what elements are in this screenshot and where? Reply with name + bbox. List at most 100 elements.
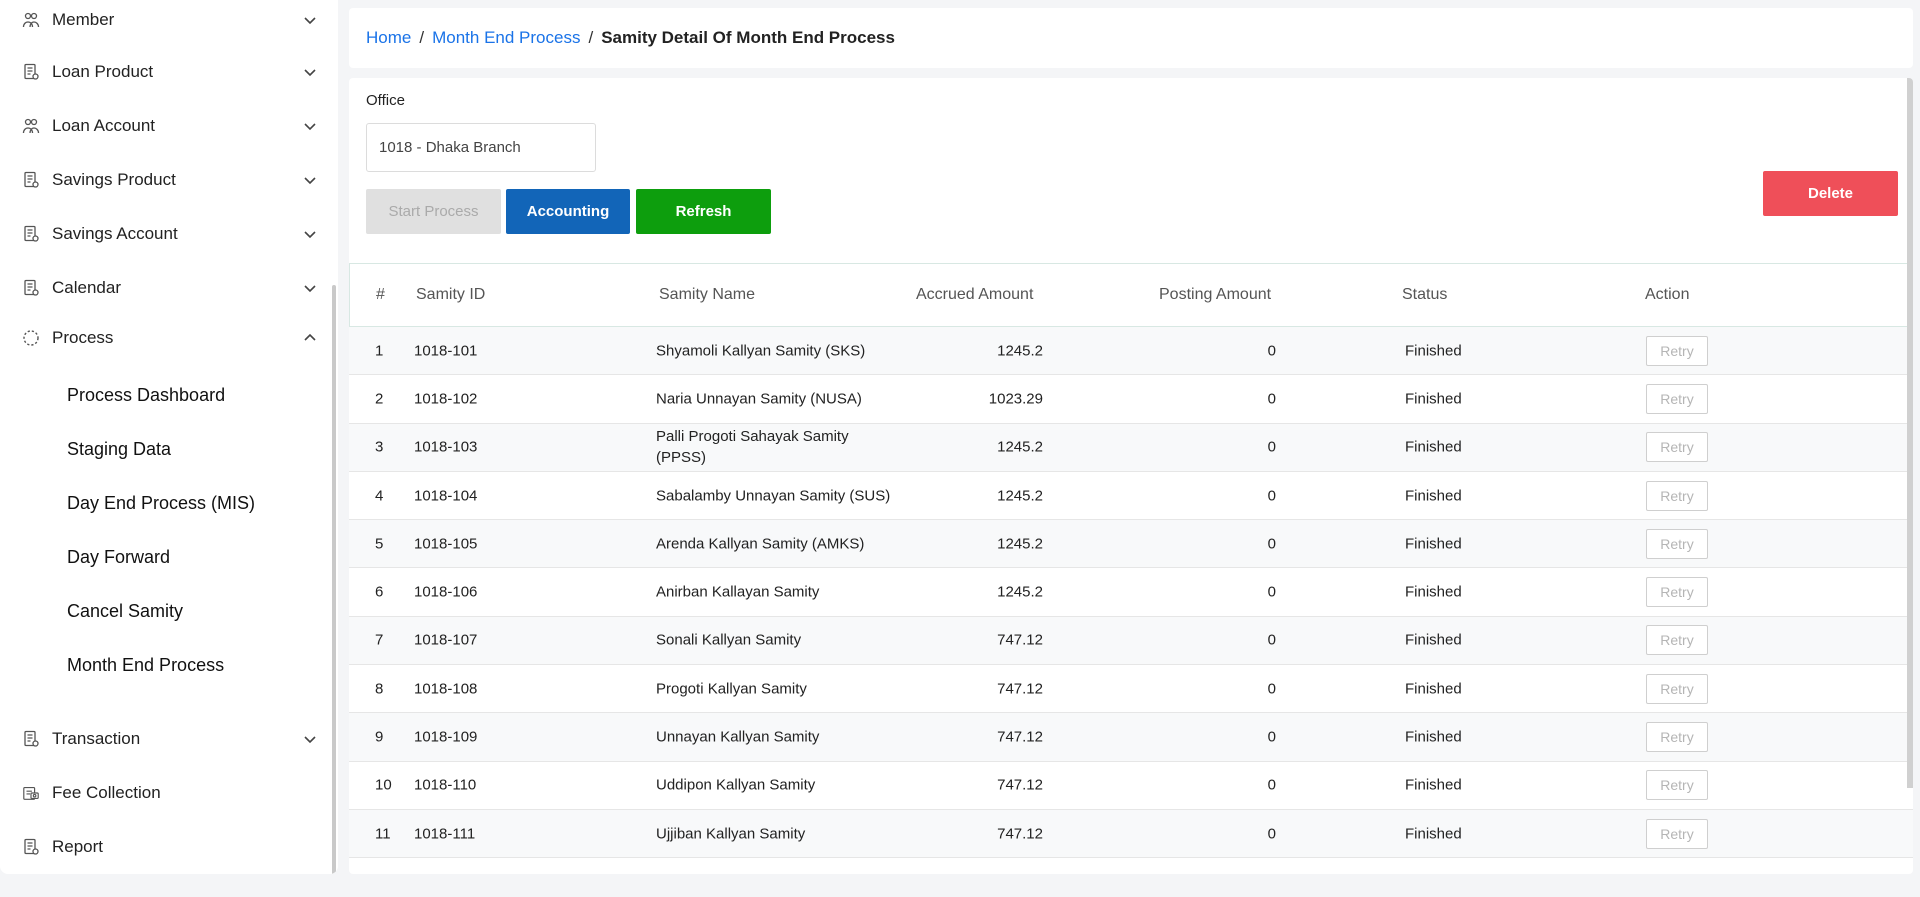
sidebar-item-loan-account[interactable]: Loan Account [0, 106, 330, 146]
status-text: Finished [1405, 776, 1462, 794]
header-samity-name: Samity Name [659, 286, 756, 303]
header-posting-amount: Posting Amount [1159, 286, 1272, 303]
sidebar-subitem-process-dashboard[interactable]: Process Dashboard [67, 385, 225, 406]
office-label: Office [366, 92, 405, 109]
table-row: 10 1018-110 Uddipon Kallyan Samity 747.12 0 F… [349, 762, 1913, 810]
status-text: Finished [1405, 438, 1462, 456]
sidebar-item-savings-product[interactable]: Savings Product [0, 160, 330, 200]
sidebar-item-report[interactable]: Report [0, 827, 330, 867]
chevron-down-icon [302, 731, 318, 747]
breadcrumb-current: Samity Detail Of Month End Process [601, 28, 895, 47]
posting-amount: 0 [1267, 342, 1276, 360]
samity-id: 1018-108 [414, 680, 478, 698]
row-number: 7 [375, 631, 384, 649]
header-accrued-amount: Accrued Amount [916, 286, 1034, 303]
sidebar-item-savings-account[interactable]: Savings Account [0, 214, 330, 254]
accrued-amount: 1023.29 [988, 390, 1043, 408]
table-row: 9 1018-109 Unnayan Kallyan Samity 747.12 0 Fi… [349, 713, 1913, 762]
document-icon [22, 730, 40, 748]
office-input[interactable] [366, 123, 596, 172]
samity-id: 1018-107 [414, 631, 478, 649]
document-icon [22, 838, 40, 856]
table-row: 4 1018-104 Sabalamby Unnayan Samity (SUS) 1… [349, 472, 1913, 521]
header-status: Status [1402, 286, 1448, 303]
posting-amount: 0 [1267, 776, 1276, 794]
table-row: 2 1018-102 Naria Unnayan Samity (NUSA) 1023… [349, 375, 1913, 424]
sidebar-item-label: Savings Product [52, 170, 176, 189]
samity-name: Unnayan Kallyan Samity [656, 728, 820, 746]
samity-id: 1018-101 [414, 342, 478, 360]
table-row: 7 1018-107 Sonali Kallyan Samity 747.12 0 Fin… [349, 616, 1913, 666]
status-text: Finished [1405, 342, 1462, 360]
row-number: 2 [375, 390, 384, 408]
accrued-amount: 1245.2 [997, 438, 1043, 456]
sidebar-item-label: Member [52, 10, 115, 29]
samity-id: 1018-105 [414, 535, 478, 553]
sidebar-item-label: Transaction [52, 729, 141, 748]
retry-button[interactable]: Retry [1646, 722, 1708, 753]
chevron-down-icon [302, 118, 318, 134]
chevron-up-icon [302, 330, 318, 346]
retry-button[interactable]: Retry [1646, 528, 1708, 559]
row-number: 5 [375, 535, 384, 553]
sidebar-subitem-cancel-samity[interactable]: Cancel Samity [67, 601, 183, 622]
sidebar-item-process[interactable]: Process [0, 318, 330, 358]
sidebar-item-label: Loan Account [52, 116, 156, 135]
retry-button[interactable]: Retry [1646, 480, 1708, 511]
retry-button[interactable]: Retry [1646, 383, 1708, 414]
row-number: 8 [375, 680, 384, 698]
retry-button[interactable]: Retry [1646, 432, 1708, 463]
chevron-down-icon [302, 12, 318, 28]
posting-amount: 0 [1267, 680, 1276, 698]
retry-button[interactable]: Retry [1646, 818, 1708, 849]
accrued-amount: 1245.2 [997, 583, 1043, 601]
sidebar-subitem-day-forward[interactable]: Day Forward [67, 547, 170, 568]
sidebar-item-calendar[interactable]: Calendar [0, 268, 330, 308]
breadcrumb-month-end-link[interactable]: Month End Process [432, 28, 580, 48]
status-text: Finished [1405, 728, 1462, 746]
sidebar-item-label: Calendar [52, 278, 121, 297]
delete-button[interactable]: Delete [1763, 171, 1898, 216]
status-text: Finished [1405, 390, 1462, 408]
sidebar-item-label: Fee Collection [52, 783, 161, 802]
retry-button[interactable]: Retry [1646, 673, 1708, 704]
status-text: Finished [1405, 535, 1462, 553]
posting-amount: 0 [1267, 728, 1276, 746]
retry-button[interactable]: Retry [1646, 625, 1708, 656]
refresh-button[interactable]: Refresh [636, 189, 771, 234]
posting-amount: 0 [1267, 438, 1276, 456]
status-text: Finished [1405, 631, 1462, 649]
sidebar-item-label: Report [52, 837, 104, 856]
sidebar-subitem-month-end-process[interactable]: Month End Process [67, 655, 224, 676]
spinner-icon [22, 329, 40, 347]
chevron-down-icon [302, 64, 318, 80]
samity-name: Naria Unnayan Samity (NUSA) [656, 390, 862, 408]
sidebar-item-transaction[interactable]: Transaction [0, 719, 330, 759]
retry-button[interactable]: Retry [1646, 577, 1708, 608]
samity-name: Palli Progoti Sahayak Samity (PPSS) [656, 428, 849, 467]
sidebar-scrollbar[interactable] [332, 285, 336, 874]
row-number: 1 [375, 342, 384, 360]
users-icon [22, 11, 40, 29]
retry-button[interactable]: Retry [1646, 770, 1708, 801]
breadcrumb-separator: / [419, 28, 425, 47]
sidebar-item-member[interactable]: Member [0, 0, 330, 40]
sidebar-item-label: Process [52, 328, 114, 347]
samity-name: Anirban Kallayan Samity [656, 583, 820, 601]
retry-button[interactable]: Retry [1646, 335, 1708, 366]
posting-amount: 0 [1267, 390, 1276, 408]
document-icon [22, 225, 40, 243]
sidebar-subitem-staging-data[interactable]: Staging Data [67, 439, 171, 460]
accounting-button[interactable]: Accounting [506, 189, 630, 234]
sidebar-item-fee-collection[interactable]: Fee Collection [0, 773, 330, 813]
samity-id: 1018-109 [414, 728, 478, 746]
main-scrollbar[interactable] [1907, 78, 1913, 788]
samity-id: 1018-111 [414, 825, 476, 843]
status-text: Finished [1405, 680, 1462, 698]
breadcrumb-home-link[interactable]: Home [366, 28, 411, 48]
sidebar-item-loan-product[interactable]: Loan Product [0, 52, 330, 92]
table-row: 11 1018-111 Ujjiban Kallyan Samity 747.12 0 F… [349, 809, 1913, 859]
start-process-button[interactable]: Start Process [366, 189, 501, 234]
row-number: 9 [375, 728, 384, 746]
sidebar-subitem-day-end-process-mis[interactable]: Day End Process (MIS) [67, 493, 255, 514]
